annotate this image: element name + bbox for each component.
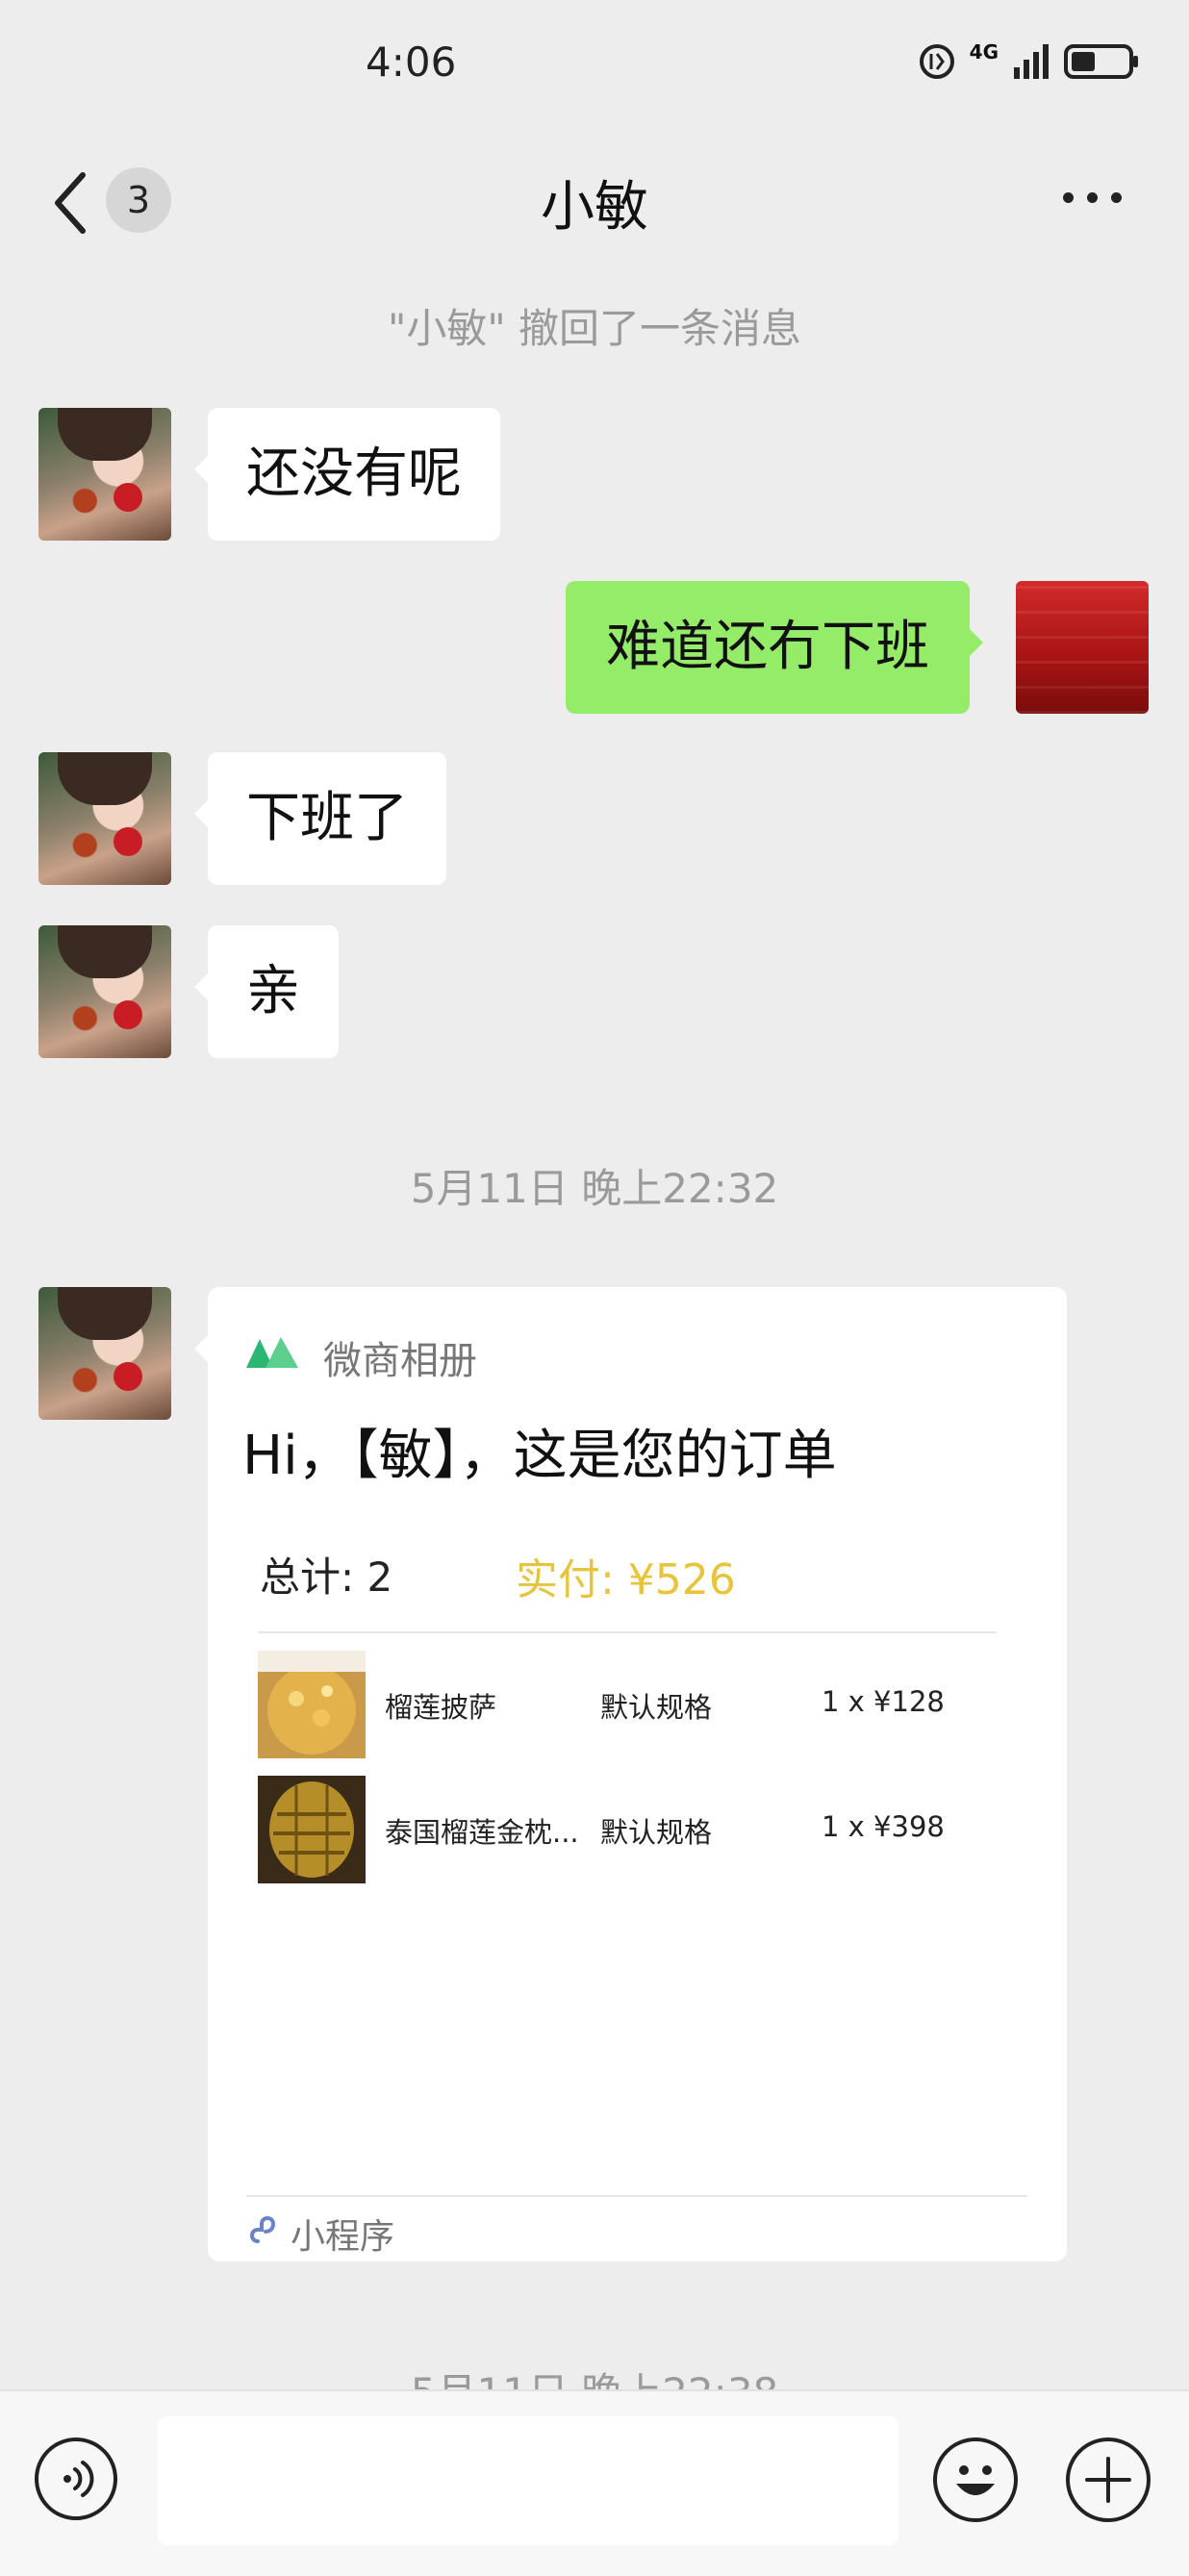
voice-icon [63, 2461, 94, 2497]
order-total: 总计: 2 [260, 1553, 393, 1601]
contact-avatar[interactable] [38, 1287, 171, 1420]
mini-program-icon [250, 2216, 276, 2243]
message-bubble[interactable]: 还没有呢 [194, 408, 500, 541]
product-spec: 默认规格 [600, 1816, 713, 1849]
signal-icon [1014, 44, 1049, 79]
mini-program-label: 小程序 [291, 2217, 395, 2257]
input-bar [0, 2389, 1189, 2576]
divider [246, 2195, 1027, 2197]
message-bubble[interactable]: 亲 [194, 925, 339, 1058]
battery-icon [1064, 44, 1138, 79]
product-price: 1 x ¥128 [822, 1685, 945, 1718]
mini-program-card[interactable]: 微商相册 Hi，【敏】，这是您的订单 总计: 2 实付: ¥526 榴莲披萨 默… [194, 1287, 1067, 2261]
plus-icon [1085, 2457, 1131, 2503]
message-timestamp: 5月11日 晚上22:32 [410, 1165, 779, 1212]
emoji-icon [956, 2465, 995, 2495]
product-image [258, 1776, 366, 1883]
status-time: 4:06 [366, 38, 457, 86]
app-name: 微商相册 [323, 1339, 477, 1383]
recall-notice: "小敏" 撤回了一条消息 [388, 305, 801, 352]
product-row: 榴莲披萨 默认规格 1 x ¥128 [258, 1651, 997, 1758]
weishang-logo-icon [246, 1337, 298, 1368]
message-bubble[interactable]: 难道还冇下班 [566, 581, 983, 714]
more-functions-button[interactable] [1066, 2437, 1151, 2522]
divider [258, 1631, 997, 1633]
more-dots-icon[interactable] [1063, 192, 1122, 203]
contact-avatar[interactable] [38, 925, 171, 1058]
emoji-button[interactable] [933, 2437, 1018, 2522]
order-paid: 实付: ¥526 [516, 1555, 736, 1604]
network-type: 4G [969, 40, 999, 63]
card-headline: Hi，【敏】，这是您的订单 [242, 1425, 837, 1487]
product-image [258, 1651, 366, 1758]
status-icons: 4G [918, 40, 1141, 81]
product-price: 1 x ¥398 [822, 1810, 945, 1843]
my-avatar[interactable] [1016, 581, 1149, 714]
product-name: 泰国榴莲金枕... [385, 1816, 579, 1849]
message-input[interactable] [158, 2416, 898, 2545]
contact-avatar[interactable] [38, 752, 171, 885]
hd-call-icon [919, 44, 954, 79]
product-name: 榴莲披萨 [385, 1691, 497, 1724]
voice-input-button[interactable] [35, 2437, 117, 2520]
product-row: 泰国榴莲金枕... 默认规格 1 x ¥398 [258, 1776, 997, 1883]
contact-avatar[interactable] [38, 408, 171, 541]
message-bubble[interactable]: 下班了 [194, 752, 446, 885]
chat-title: 小敏 [541, 176, 648, 239]
product-spec: 默认规格 [600, 1691, 713, 1724]
